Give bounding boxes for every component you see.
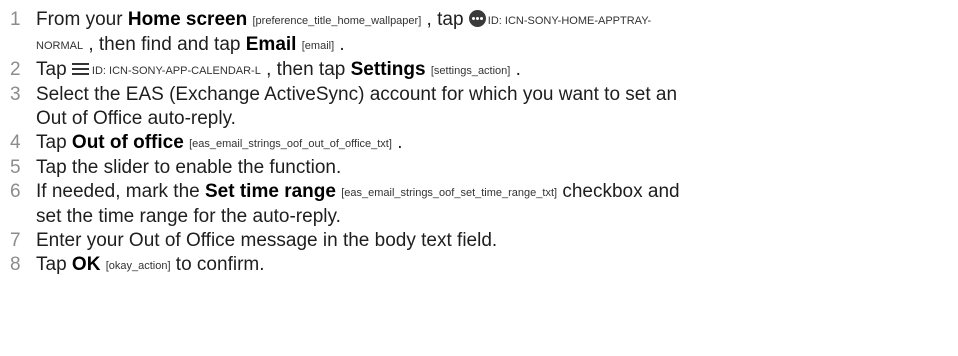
step-text-part: If needed, mark the [36, 181, 205, 202]
string-id-tag: [settings_action] [430, 65, 511, 77]
step-number: 8 [10, 254, 21, 275]
step-text-part: Tap [36, 132, 72, 153]
step-text-part: , then tap [260, 59, 351, 80]
step-5: 5 Tap the slider to enable the function. [6, 156, 950, 180]
step-text-part: . [510, 59, 521, 80]
out-of-office-label: Out of office [71, 132, 184, 153]
step-text-part: Tap [36, 254, 72, 275]
string-id-tag: [preference_title_home_wallpaper] [252, 15, 422, 27]
step-text: If needed, mark the Set time range [eas_… [36, 180, 950, 229]
step-6: 6 If needed, mark the Set time range [ea… [6, 180, 950, 229]
step-number: 6 [10, 181, 21, 202]
step-3: 3 Select the EAS (Exchange ActiveSync) a… [6, 83, 950, 131]
step-text: Select the EAS (Exchange ActiveSync) acc… [36, 83, 950, 131]
step-text: From your Home screen [preference_title_… [36, 8, 950, 58]
home-screen-label: Home screen [127, 9, 248, 30]
step-4: 4 Tap Out of office [eas_email_strings_o… [6, 131, 950, 156]
step-2: 2 Tap ID: ICN-SONY-APP-CALENDAR-L , then… [6, 58, 950, 83]
icon-id-tag-cont: NORMAL [36, 40, 84, 52]
step-text-part: , tap [421, 9, 469, 30]
step-8: 8 Tap OK [okay_action] to confirm. [6, 253, 950, 278]
string-id-tag: [email] [301, 40, 335, 52]
email-label: Email [245, 34, 297, 55]
step-text-part: . [334, 34, 345, 55]
step-text: Enter your Out of Office message in the … [36, 230, 498, 251]
step-text-line2: NORMAL , then find and tap Email [email]… [36, 33, 950, 58]
instruction-document: 1 From your Home screen [preference_titl… [0, 0, 958, 356]
steps-list: 1 From your Home screen [preference_titl… [6, 8, 950, 278]
icon-id-tag: ID: ICN-SONY-HOME-APPTRAY- [487, 15, 652, 27]
step-text-line1: Select the EAS (Exchange ActiveSync) acc… [36, 84, 678, 105]
icon-id-tag: ID: ICN-SONY-APP-CALENDAR-L [91, 65, 261, 77]
step-number: 4 [10, 132, 21, 153]
step-number: 1 [10, 9, 21, 30]
step-number: 2 [10, 59, 21, 80]
step-number: 3 [10, 84, 21, 105]
ok-label: OK [71, 254, 101, 275]
step-number: 7 [10, 230, 21, 251]
string-id-tag: [eas_email_strings_oof_out_of_office_txt… [189, 138, 392, 150]
step-7: 7 Enter your Out of Office message in th… [6, 229, 950, 253]
step-text-line2: set the time range for the auto-reply. [36, 206, 341, 227]
step-1: 1 From your Home screen [preference_titl… [6, 8, 950, 58]
app-tray-icon [468, 10, 486, 27]
step-text: Tap the slider to enable the function. [36, 157, 342, 178]
string-id-tag: [okay_action] [105, 260, 171, 272]
step-text-part: to confirm. [170, 254, 265, 275]
step-text-part: checkbox and [557, 181, 680, 202]
step-text-part: Tap [36, 59, 72, 80]
menu-icon [71, 63, 89, 76]
step-text-line2: Out of Office auto-reply. [36, 108, 236, 129]
step-number: 5 [10, 157, 21, 178]
step-text-part: . [391, 132, 403, 153]
settings-label: Settings [350, 59, 426, 80]
step-text-part: , then find and tap [83, 34, 246, 55]
string-id-tag: [eas_email_strings_oof_set_time_range_tx… [341, 187, 558, 199]
step-text: Tap OK [okay_action] to confirm. [36, 253, 950, 278]
step-text: Tap Out of office [eas_email_strings_oof… [36, 131, 950, 156]
step-text: Tap ID: ICN-SONY-APP-CALENDAR-L , then t… [36, 58, 950, 83]
set-time-range-label: Set time range [205, 181, 336, 202]
step-text-part: From your [36, 9, 128, 30]
